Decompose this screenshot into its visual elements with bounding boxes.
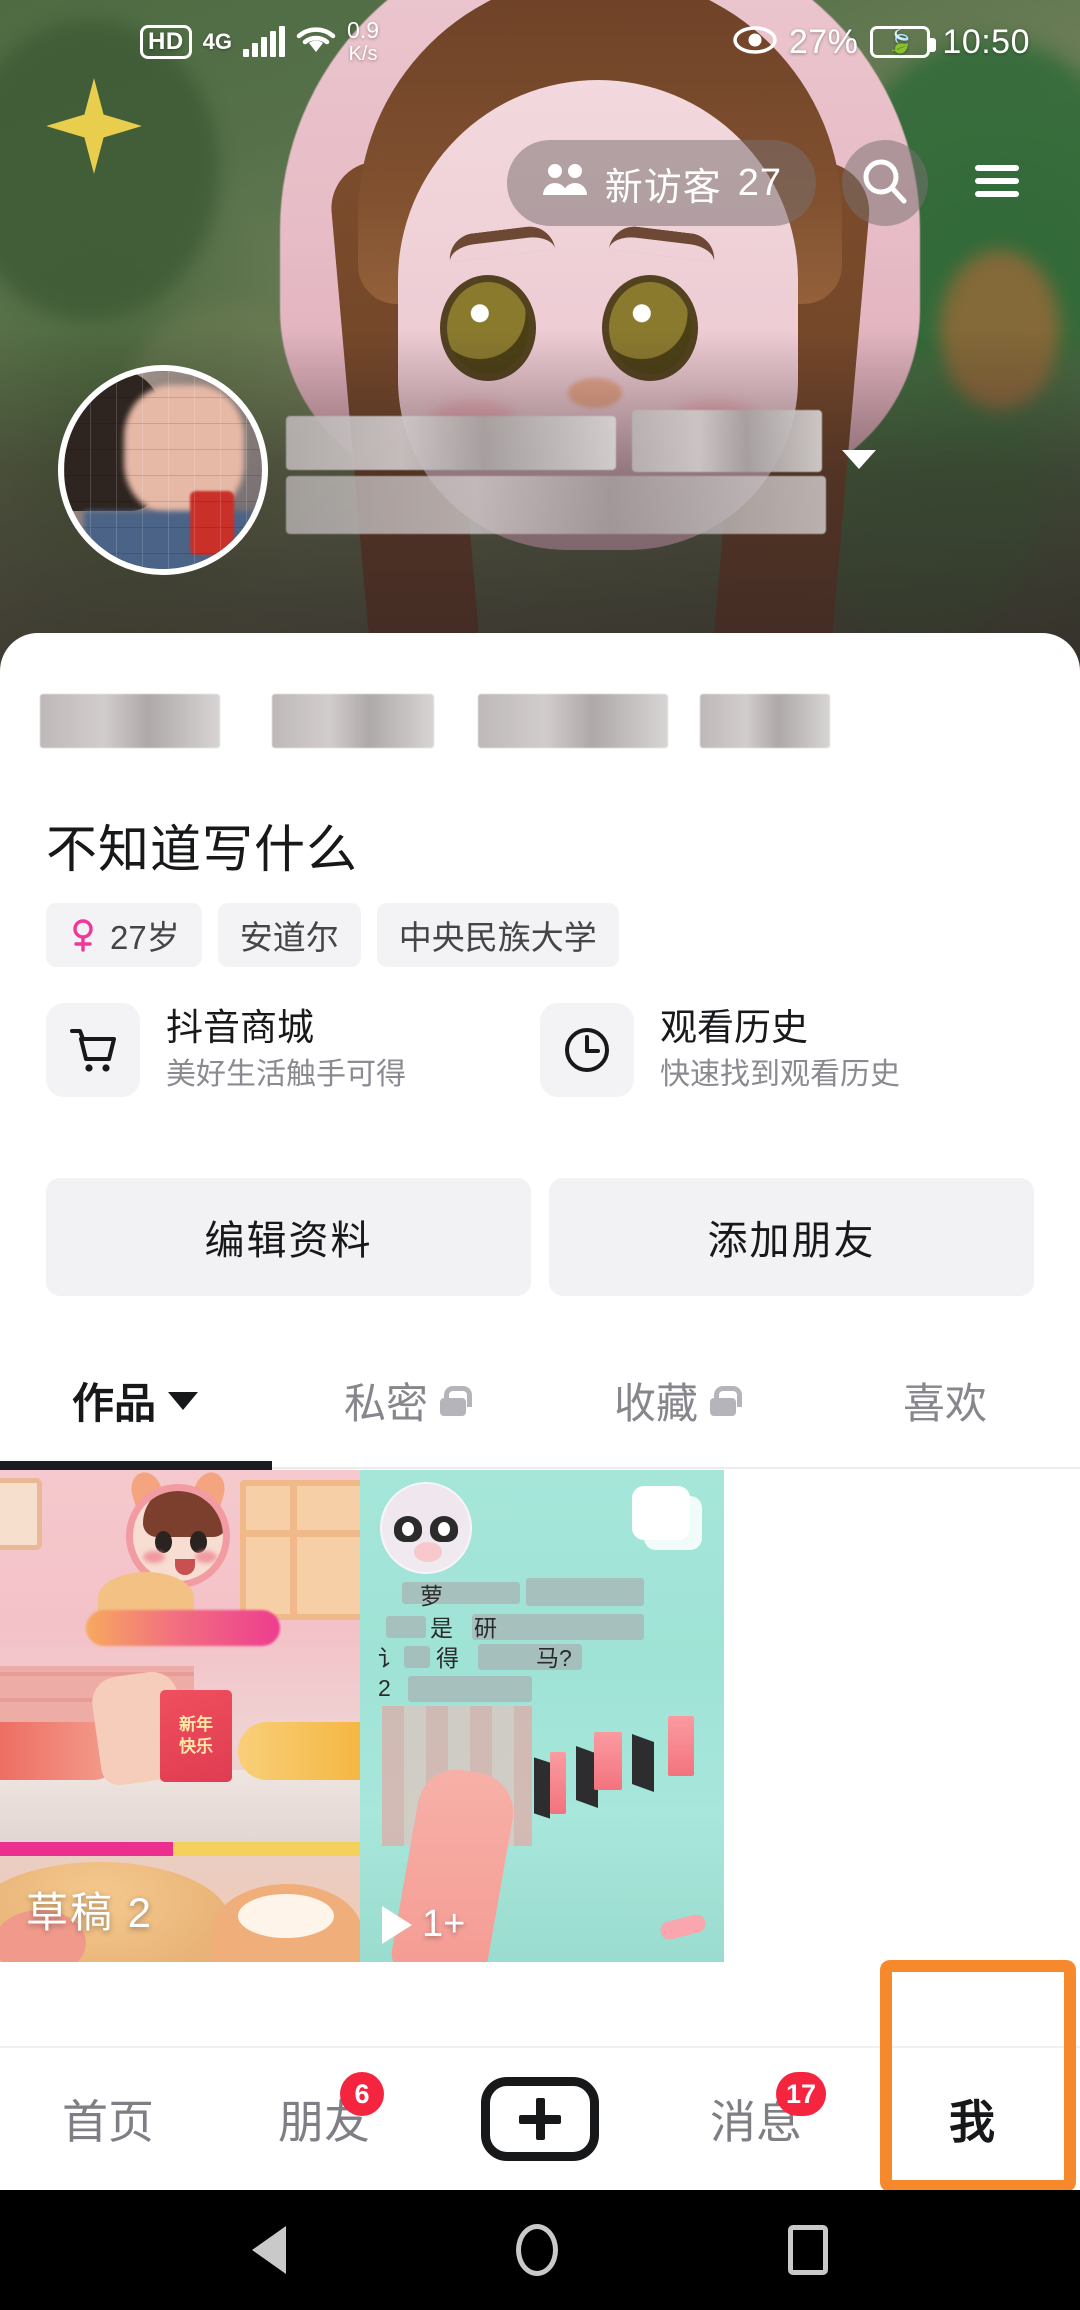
bottom-navigation-bar: 首页 朋友 6 消息 17 我 xyxy=(0,2046,1080,2190)
falling-books-graphic xyxy=(528,1716,718,1836)
system-navigation-bar xyxy=(0,2190,1080,2310)
app-screen: HD 4G 0.9 K/s 27% 🍃 10:50 新访客 27 不知道写什么 … xyxy=(0,0,1080,2310)
red-packet-line1: 新年 xyxy=(179,1715,213,1734)
tab-favorites[interactable]: 收藏 xyxy=(540,1338,810,1463)
tag-age[interactable]: 27岁 xyxy=(46,903,202,967)
bottom-nav-item-me[interactable]: 我 xyxy=(864,2086,1080,2152)
shortcut-mall[interactable]: 抖音商城 美好生活触手可得 xyxy=(46,1003,540,1097)
shortcut-mall-title: 抖音商城 xyxy=(166,1006,314,1048)
menu-button[interactable] xyxy=(954,140,1040,226)
recents-square-icon[interactable] xyxy=(788,2225,828,2275)
battery-icon: 🍃 xyxy=(870,26,937,58)
signal-strength-icon xyxy=(243,26,286,57)
status-bar: HD 4G 0.9 K/s 27% 🍃 10:50 xyxy=(0,0,1080,84)
play-icon xyxy=(382,1905,412,1944)
bottom-nav-item-home[interactable]: 首页 xyxy=(0,2086,216,2152)
people-icon xyxy=(541,161,589,206)
hamburger-menu-icon xyxy=(970,160,1024,207)
shortcut-history-title: 观看历史 xyxy=(660,1006,808,1048)
search-button[interactable] xyxy=(842,140,928,226)
profile-top-toolbar: 新访客 27 xyxy=(0,128,1080,238)
video-play-count: 1+ xyxy=(382,1903,465,1946)
tab-private[interactable]: 私密 xyxy=(270,1338,540,1463)
tag-location-label: 安道尔 xyxy=(239,919,339,956)
grid-item-draft[interactable]: 新年 快乐 草稿 2 xyxy=(0,1470,360,1962)
clock-label: 10:50 xyxy=(942,22,1030,61)
female-icon xyxy=(68,918,98,952)
messages-badge: 17 xyxy=(775,2072,826,2116)
profile-tag-list: 27岁 安道尔 中央民族大学 xyxy=(46,903,619,967)
bottom-nav-item-friends[interactable]: 朋友 6 xyxy=(216,2072,432,2152)
content-grid: 新年 快乐 草稿 2 萝 是 研 讠 得 马? 2 1+ xyxy=(0,1470,1080,1962)
shopping-cart-icon xyxy=(46,1003,140,1097)
friends-badge: 6 xyxy=(340,2072,384,2116)
wifi-icon xyxy=(296,25,336,60)
caption-char-2: 研 xyxy=(474,1615,497,1641)
tag-location[interactable]: 安道尔 xyxy=(217,903,361,967)
caption-char-4: 马? xyxy=(536,1645,572,1671)
shortcut-history[interactable]: 观看历史 快速找到观看历史 xyxy=(540,1003,1034,1097)
caption-char-6: 讠 xyxy=(378,1645,401,1671)
caption-char-0: 萝 xyxy=(420,1583,443,1609)
tab-works-label: 作品 xyxy=(71,1380,156,1427)
username-redacted[interactable] xyxy=(286,410,986,540)
red-packet-graphic: 新年 快乐 xyxy=(160,1690,232,1782)
grid-item-video[interactable]: 萝 是 研 讠 得 马? 2 1+ xyxy=(360,1470,724,1962)
network-speed-indicator: 0.9 K/s xyxy=(347,17,380,65)
tab-likes[interactable]: 喜欢 xyxy=(810,1338,1080,1463)
caption-char-1: 是 xyxy=(430,1615,453,1641)
content-tab-bar: 作品 私密 收藏 喜欢 xyxy=(0,1338,1080,1463)
shortcut-mall-subtitle: 美好生活触手可得 xyxy=(166,1057,406,1091)
caption-char-5: 2 xyxy=(378,1675,391,1701)
tag-school-label: 中央民族大学 xyxy=(398,919,597,956)
leaf-icon: 🍃 xyxy=(886,29,915,54)
active-tab-indicator xyxy=(0,1461,272,1470)
plus-icon xyxy=(481,2077,599,2161)
panda-avatar-overlay xyxy=(380,1482,472,1574)
eye-icon xyxy=(733,25,777,60)
home-circle-icon[interactable] xyxy=(516,2224,558,2276)
edit-profile-button[interactable]: 编辑资料 xyxy=(46,1178,531,1296)
tag-age-label: 27岁 xyxy=(110,919,180,956)
video-caption-redacted: 萝 是 研 讠 得 马? 2 xyxy=(374,1578,644,1702)
play-count-label: 1+ xyxy=(422,1903,466,1945)
tag-school[interactable]: 中央民族大学 xyxy=(376,903,619,967)
bottom-nav-item-messages[interactable]: 消息 17 xyxy=(648,2072,864,2152)
new-visitors-button[interactable]: 新访客 27 xyxy=(506,140,816,226)
multi-photo-icon xyxy=(628,1486,702,1556)
caption-char-3: 得 xyxy=(436,1645,459,1671)
profile-stats-redacted[interactable] xyxy=(40,680,830,776)
bottom-nav-me-label: 我 xyxy=(949,2096,995,2148)
profile-cover-image[interactable] xyxy=(0,0,1080,680)
tab-favorites-label: 收藏 xyxy=(613,1380,698,1427)
back-triangle-icon[interactable] xyxy=(252,2226,286,2274)
shortcut-row: 抖音商城 美好生活触手可得 观看历史 快速找到观看历史 xyxy=(46,1003,1034,1097)
avatar[interactable] xyxy=(58,365,268,575)
bottom-nav-item-create[interactable] xyxy=(432,2077,648,2161)
grid-item-empty xyxy=(724,1470,1080,1962)
profile-bio[interactable]: 不知道写什么 xyxy=(46,808,358,882)
draft-count-label: 草稿 2 xyxy=(26,1889,154,1936)
red-packet-line2: 快乐 xyxy=(179,1737,213,1756)
hd-indicator: HD xyxy=(140,25,192,59)
search-icon xyxy=(859,155,911,212)
tab-private-label: 私密 xyxy=(343,1380,428,1427)
chevron-down-icon[interactable] xyxy=(842,450,876,469)
new-visitors-count: 27 xyxy=(737,161,782,204)
profile-action-buttons: 编辑资料 添加朋友 xyxy=(46,1178,1034,1296)
network-type-label: 4G xyxy=(202,29,233,54)
add-friend-button[interactable]: 添加朋友 xyxy=(549,1178,1034,1296)
new-visitors-label: 新访客 xyxy=(604,166,722,209)
tab-likes-label: 喜欢 xyxy=(902,1380,987,1427)
shortcut-history-subtitle: 快速找到观看历史 xyxy=(660,1057,900,1091)
caret-down-icon xyxy=(168,1391,198,1410)
clock-icon xyxy=(540,1003,634,1097)
tab-works[interactable]: 作品 xyxy=(0,1338,270,1463)
lock-icon xyxy=(710,1385,742,1416)
bottom-nav-home-label: 首页 xyxy=(62,2096,154,2148)
lock-icon xyxy=(440,1385,472,1416)
battery-percent-label: 27% xyxy=(788,22,859,61)
